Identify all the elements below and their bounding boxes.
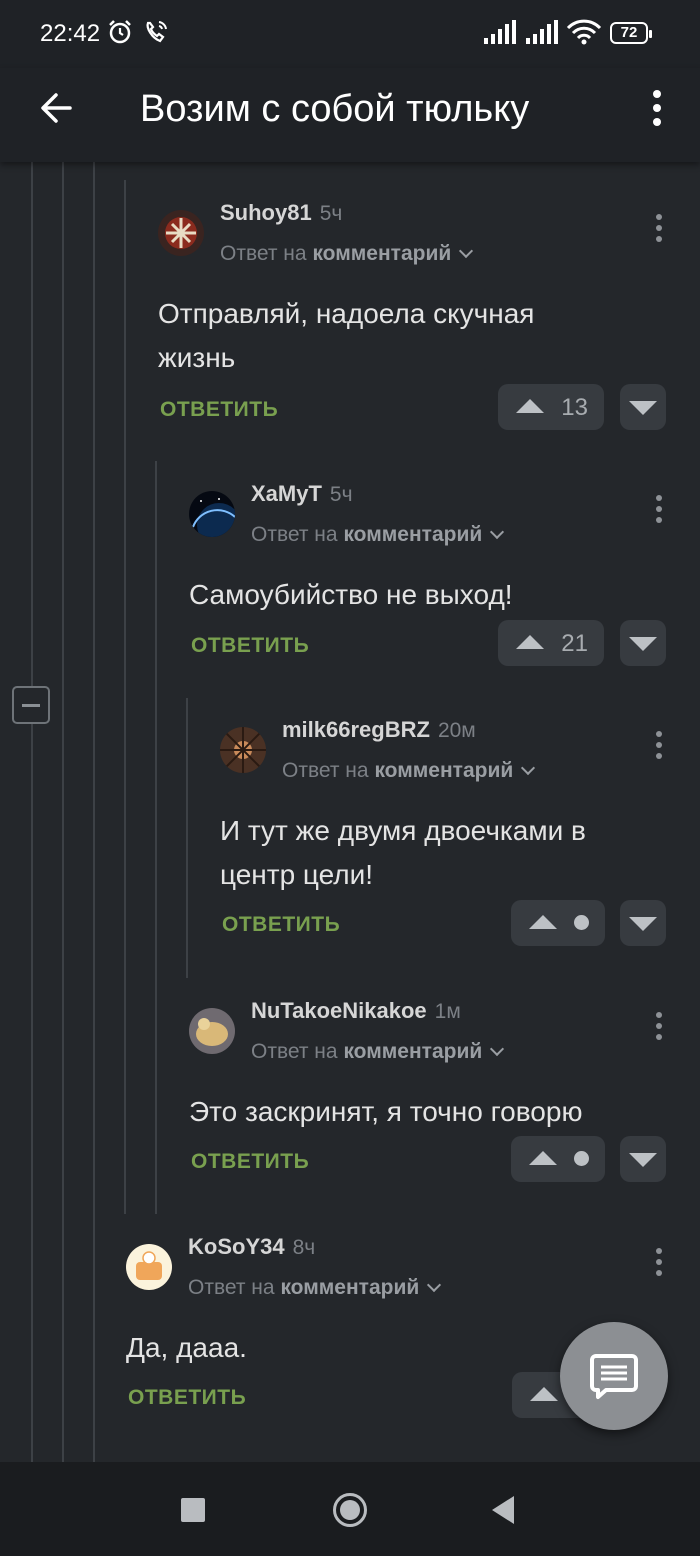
comment-text: Да, дааа. [126,1332,247,1363]
downvote-button[interactable] [620,620,666,666]
status-time: 22:42 [40,20,101,47]
signal-icon [484,20,516,44]
avatar[interactable] [220,727,266,773]
add-comment-button[interactable] [560,1322,668,1430]
chevron-down-icon [521,760,536,776]
vote-count: 21 [561,630,588,657]
avatar-image [189,1008,235,1054]
comment: milk66regBRZ 20м Ответ на комментарий И т… [220,717,670,957]
vote-hidden-dot [574,915,589,930]
avatar[interactable] [189,491,235,537]
comment-age: 5ч [329,483,353,506]
avatar[interactable] [189,1008,235,1054]
downvote-icon [629,917,657,931]
upvote-button[interactable] [511,1136,605,1182]
comment-more-icon[interactable] [654,1248,664,1282]
upvote-icon [529,915,557,929]
app-bar: Возим с собой тюльку [0,68,700,162]
battery-icon: 72 [610,22,652,44]
reply-button[interactable]: ОТВЕТИТЬ [191,634,309,658]
reply-to-link[interactable]: Ответ на комментарий [282,759,536,783]
upvote-icon [516,399,544,413]
nav-recents-icon[interactable] [181,1498,205,1522]
upvote-icon [529,1151,557,1165]
comment-age: 1м [434,1000,461,1023]
thread-line [186,698,188,978]
upvote-button[interactable]: 13 [498,384,604,430]
thread-line [155,461,157,1214]
comment-author[interactable]: KoSoY34 8ч [188,1234,315,1260]
comment-age: 20м [437,719,476,742]
nav-back-icon[interactable] [492,1496,514,1524]
comment-text: Это заскринят, я точно говорю [189,1096,583,1127]
wifi-icon [566,19,602,45]
reply-button[interactable]: ОТВЕТИТЬ [128,1386,246,1410]
vote-hidden-dot [574,1151,589,1166]
comment: NuTakoeNikakoe 1м Ответ на комментарий Эт… [189,998,670,1198]
chevron-down-icon [427,1277,442,1293]
avatar-image [158,210,204,256]
comment-more-icon[interactable] [654,214,664,248]
avatar-image [126,1244,172,1290]
downvote-icon [629,401,657,415]
comments-thread: Suhoy81 5ч Ответ на комментарий Отправляй… [0,162,700,1462]
comment-text: Самоубийство не выход! [189,579,513,610]
upvote-icon [530,1387,558,1401]
signal-icon [526,20,558,44]
thread-line [31,162,33,1462]
downvote-icon [629,1153,657,1167]
reply-button[interactable]: ОТВЕТИТЬ [222,913,340,937]
comment-text: И тут же двумя двоечками в центр цели! [220,815,586,890]
back-arrow-icon[interactable] [36,88,76,128]
reply-button[interactable]: ОТВЕТИТЬ [191,1150,309,1174]
chevron-down-icon [490,1041,505,1057]
thread-line [124,180,126,1214]
alarm-icon [109,20,131,44]
vote-count: 13 [561,394,588,421]
chevron-down-icon [459,243,474,259]
comment-more-icon[interactable] [654,1012,664,1046]
comment-author[interactable]: XaMyT 5ч [251,481,353,507]
upvote-button[interactable]: 21 [498,620,604,666]
comment-author[interactable]: NuTakoeNikakoe 1м [251,998,461,1024]
comment-fab-icon [590,1354,638,1399]
comment: Suhoy81 5ч Ответ на комментарий Отправляй… [158,200,670,440]
thread-line [93,162,95,1462]
reply-to-link[interactable]: Ответ на комментарий [251,523,505,547]
more-vert-icon[interactable] [640,88,674,128]
comment-age: 5ч [319,202,343,225]
comment-more-icon[interactable] [654,495,664,529]
reply-button[interactable]: ОТВЕТИТЬ [160,398,278,422]
upvote-button[interactable] [511,900,605,946]
downvote-button[interactable] [620,1136,666,1182]
avatar[interactable] [126,1244,172,1290]
downvote-icon [629,637,657,651]
wifi-call-icon [146,21,167,43]
comment-more-icon[interactable] [654,731,664,765]
comment-age: 8ч [292,1236,316,1259]
comment-text: Отправляй, надоела скучная жизнь [158,298,535,373]
avatar-image [220,727,266,773]
avatar[interactable] [158,210,204,256]
comment: XaMyT 5ч Ответ на комментарий Самоубийств… [189,481,670,681]
reply-to-link[interactable]: Ответ на комментарий [251,1040,505,1064]
status-bar: 22:42 72 [0,0,700,68]
comment-author[interactable]: Suhoy81 5ч [220,200,342,226]
nav-home-icon[interactable] [333,1493,367,1527]
reply-to-link[interactable]: Ответ на комментарий [188,1276,442,1300]
avatar-image [189,491,235,537]
page-title: Возим с собой тюльку [140,88,530,130]
comment-author[interactable]: milk66regBRZ 20м [282,717,476,743]
collapse-thread-icon[interactable] [12,686,50,724]
upvote-icon [516,635,544,649]
chevron-down-icon [490,524,505,540]
downvote-button[interactable] [620,384,666,430]
downvote-button[interactable] [620,900,666,946]
system-nav-bar [0,1462,700,1556]
reply-to-link[interactable]: Ответ на комментарий [220,242,474,266]
thread-line [62,162,64,1462]
